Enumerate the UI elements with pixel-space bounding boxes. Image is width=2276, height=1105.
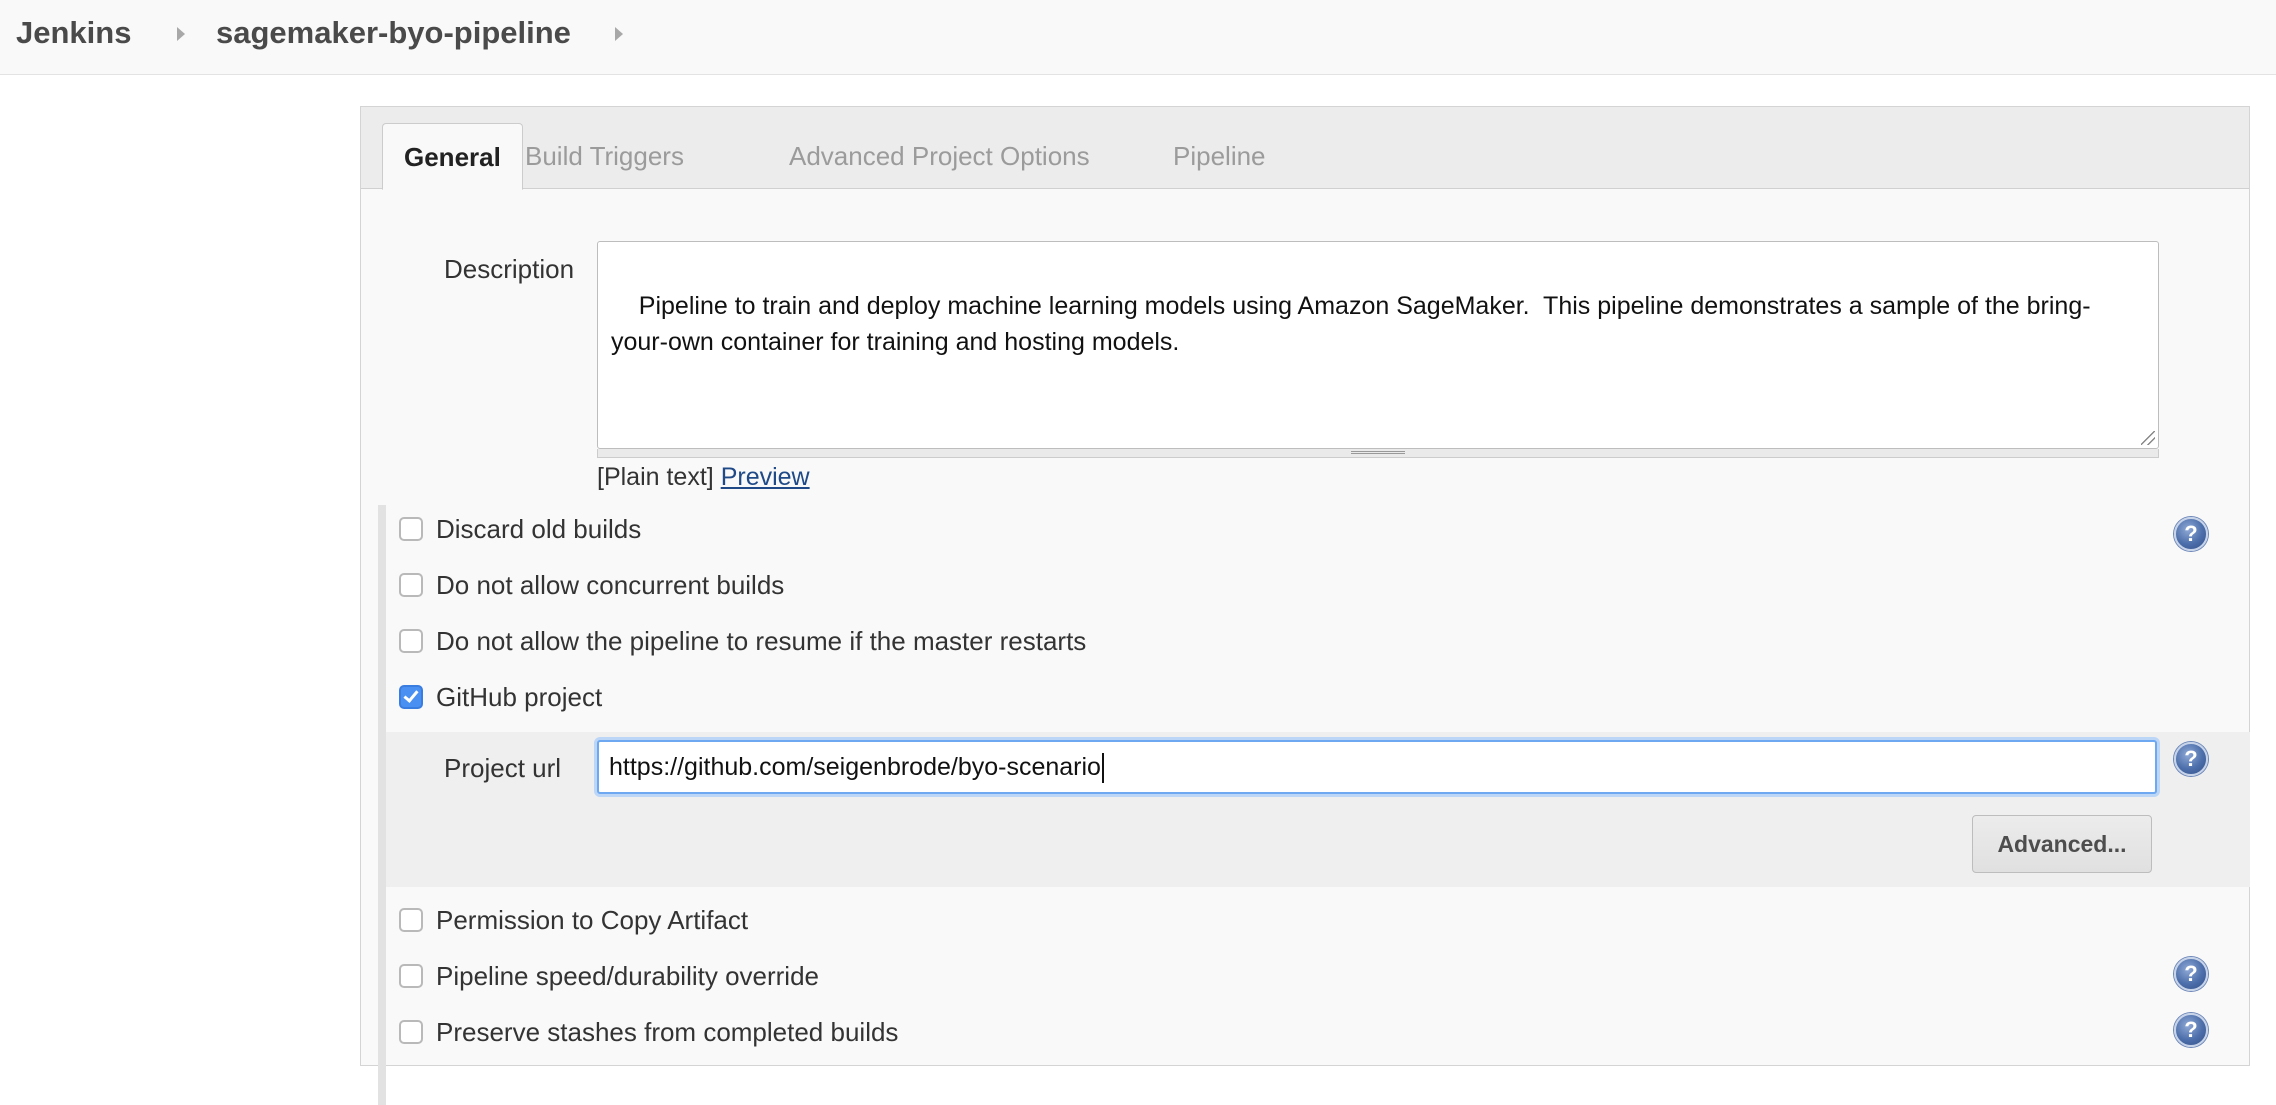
tab-build-triggers[interactable]: Build Triggers [504,123,705,190]
description-text: Pipeline to train and deploy machine lea… [611,292,2091,356]
checkmark-icon [403,687,419,703]
description-textarea[interactable]: Pipeline to train and deploy machine lea… [597,241,2159,449]
help-icon[interactable]: ? [2174,742,2208,776]
description-label: Description [444,254,575,284]
description-format: [Plain text] Preview [597,461,810,493]
help-icon[interactable]: ? [2174,957,2208,991]
config-tabbar: General Build Triggers Advanced Project … [361,107,2249,190]
no-resume-checkbox[interactable] [399,629,423,653]
project-url-input[interactable]: https://github.com/seigenbrode/byo-scena… [597,740,2157,794]
help-icon[interactable]: ? [2174,1013,2208,1047]
no-concurrent-builds-label[interactable]: Do not allow concurrent builds [436,568,784,602]
breadcrumb-job[interactable]: sagemaker-byo-pipeline [216,14,571,52]
tab-pipeline[interactable]: Pipeline [1152,123,1287,190]
preserve-stashes-label[interactable]: Preserve stashes from completed builds [436,1015,898,1049]
drag-handle-icon [1351,451,1405,454]
config-panel: General Build Triggers Advanced Project … [360,106,2250,1105]
breadcrumb-bar: Jenkins sagemaker-byo-pipeline [0,0,2276,75]
copy-artifact-checkbox[interactable] [399,908,423,932]
breadcrumb-jenkins[interactable]: Jenkins [16,14,131,52]
breadcrumb-arrow-icon[interactable] [177,27,185,41]
breadcrumb-arrow-icon[interactable] [615,27,623,41]
section-guide [378,505,386,1105]
project-url-label: Project url [444,753,562,783]
copy-artifact-label[interactable]: Permission to Copy Artifact [436,903,748,937]
plain-text-label: [Plain text] [597,463,714,491]
preserve-stashes-checkbox[interactable] [399,1020,423,1044]
tab-advanced-project-options[interactable]: Advanced Project Options [768,123,1111,190]
resize-grip-icon[interactable] [2141,431,2155,445]
github-project-label[interactable]: GitHub project [436,680,602,714]
advanced-button[interactable]: Advanced... [1972,815,2152,873]
speed-override-label[interactable]: Pipeline speed/durability override [436,959,819,993]
no-concurrent-builds-checkbox[interactable] [399,573,423,597]
speed-override-checkbox[interactable] [399,964,423,988]
textarea-drag-bar[interactable] [597,449,2159,458]
text-caret [1101,753,1104,784]
github-project-checkbox[interactable] [399,685,423,709]
discard-old-builds-checkbox[interactable] [399,517,423,541]
preview-link[interactable]: Preview [721,463,810,491]
help-icon[interactable]: ? [2174,517,2208,551]
discard-old-builds-label[interactable]: Discard old builds [436,512,641,546]
no-resume-label[interactable]: Do not allow the pipeline to resume if t… [436,624,1086,658]
project-url-value: https://github.com/seigenbrode/byo-scena… [609,753,1101,781]
tab-general[interactable]: General [382,123,523,190]
